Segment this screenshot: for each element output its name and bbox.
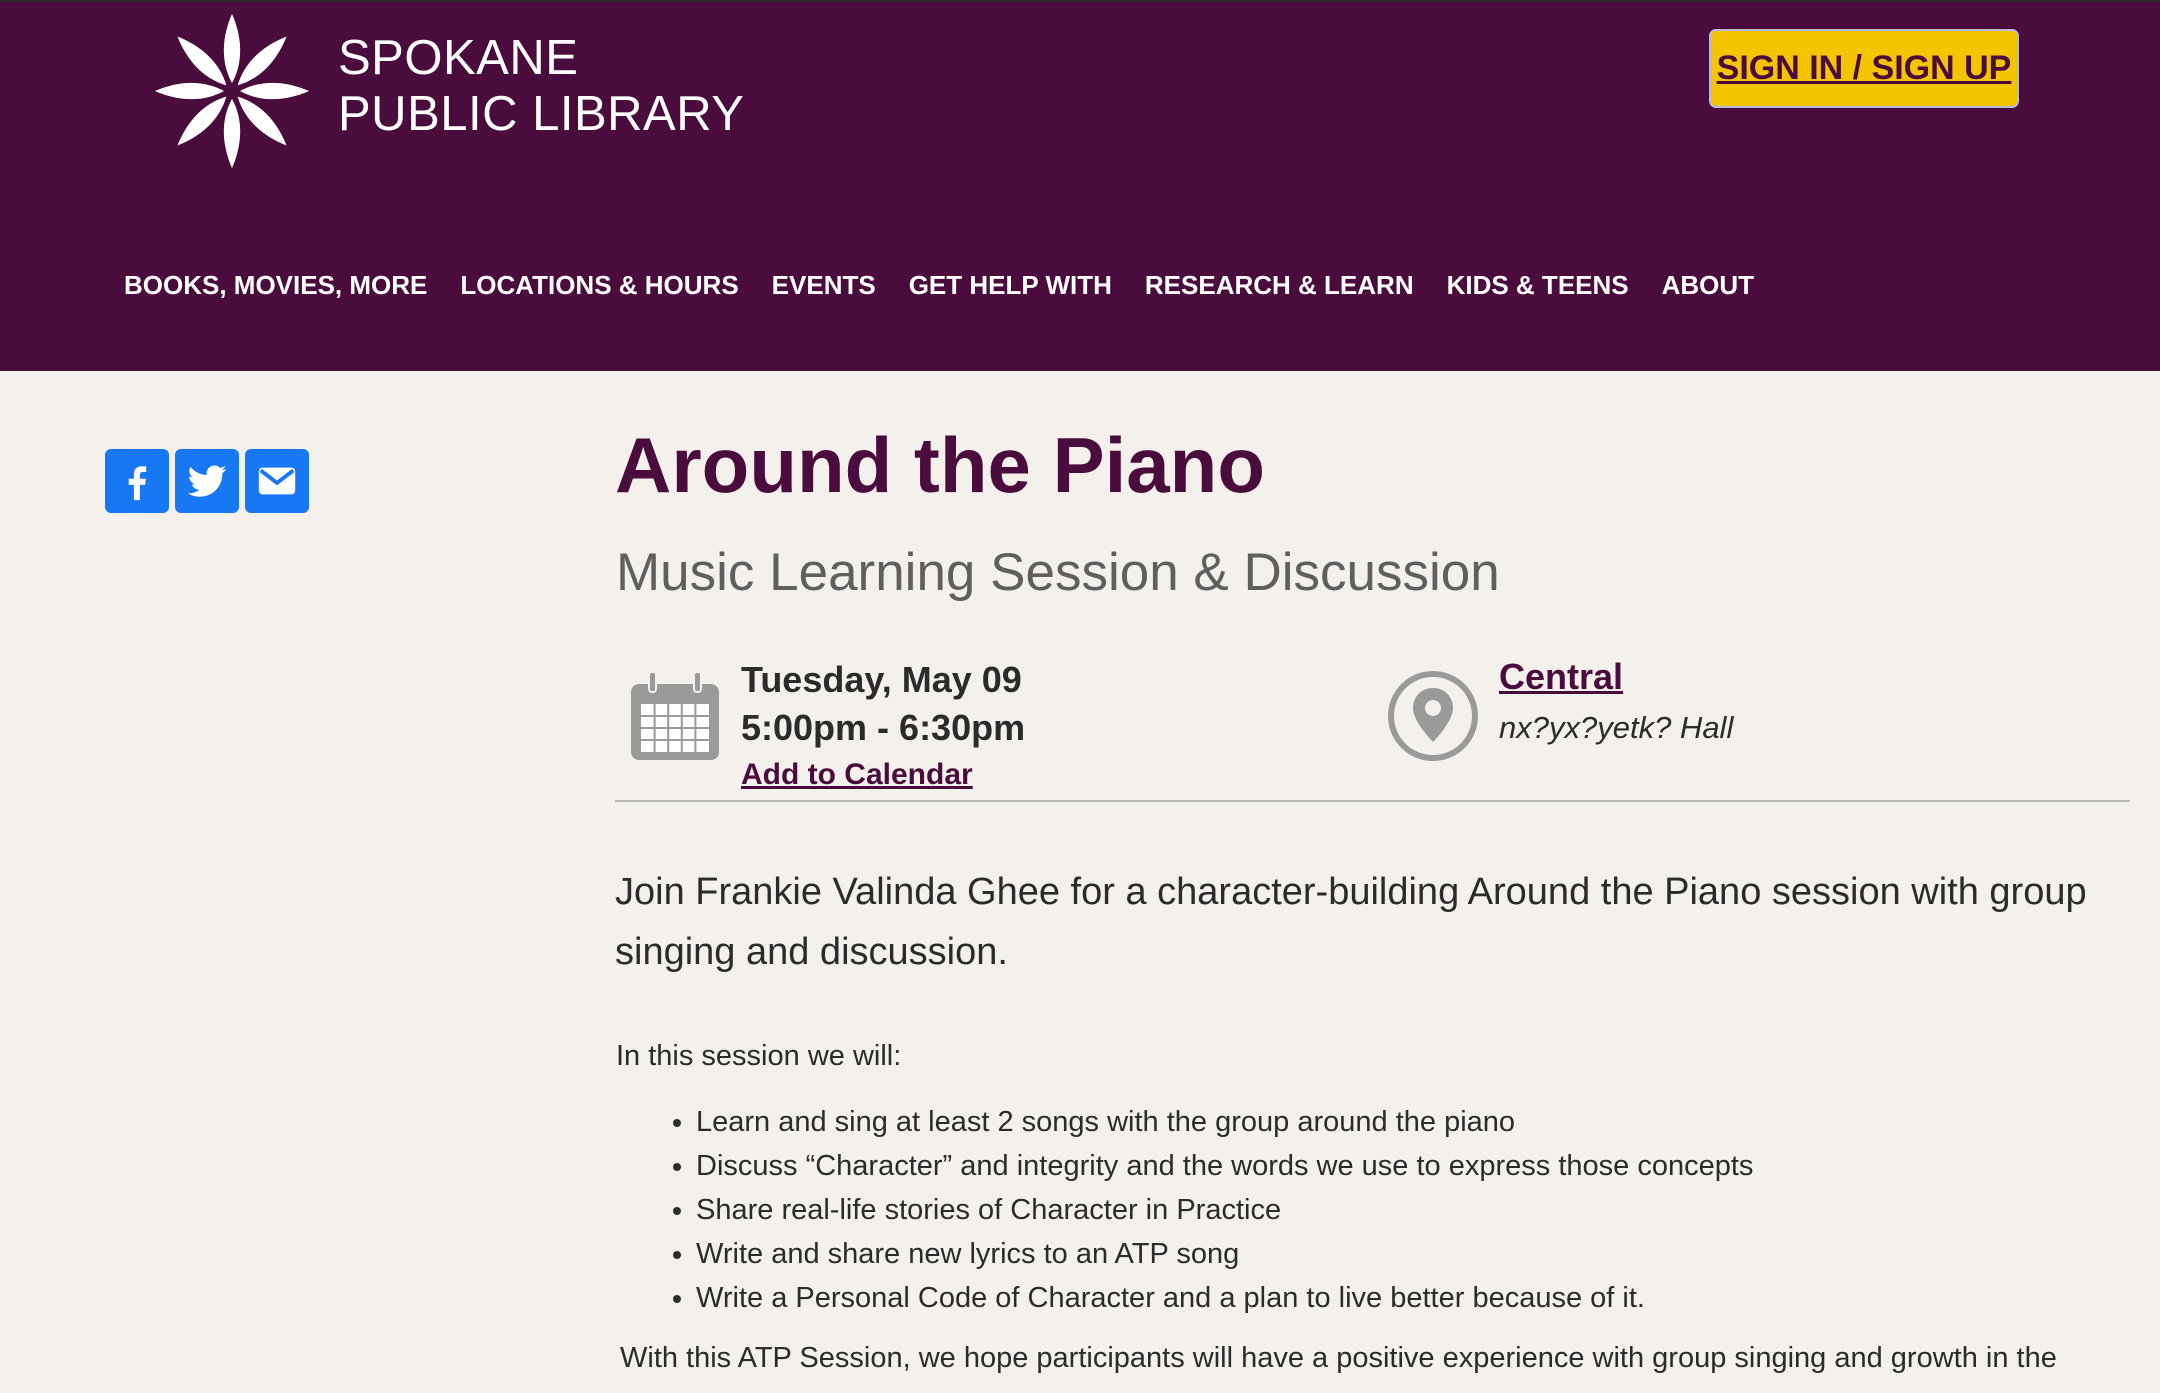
event-time: 5:00pm - 6:30pm	[741, 707, 1026, 748]
calendar-icon	[631, 671, 719, 760]
nav-get-help-with[interactable]: GET HELP WITH	[909, 270, 1112, 301]
nav-books-movies-more[interactable]: BOOKS, MOVIES, MORE	[124, 270, 427, 301]
sign-in-button[interactable]: SIGN IN / SIGN UP	[1709, 29, 2019, 108]
event-intro: Join Frankie Valinda Ghee for a characte…	[615, 871, 2087, 973]
divider	[615, 800, 2130, 802]
event-date: Tuesday, May 09	[741, 659, 1022, 700]
event-location-link[interactable]: Central	[1499, 656, 1623, 698]
library-logo[interactable]: SPOKANE PUBLIC LIBRARY	[132, 2, 744, 180]
list-item: Learn and sing at least 2 songs with the…	[696, 1100, 1753, 1144]
share-twitter-button[interactable]	[175, 449, 239, 513]
event-room: nx?yx?yetk? Hall	[1499, 710, 1734, 745]
nav-locations-hours[interactable]: LOCATIONS & HOURS	[460, 270, 738, 301]
facebook-icon	[128, 466, 147, 501]
main-nav: BOOKS, MOVIES, MORE LOCATIONS & HOURS EV…	[124, 270, 1754, 301]
twitter-icon	[187, 465, 227, 497]
nav-events[interactable]: EVENTS	[772, 270, 876, 301]
share-buttons	[105, 449, 309, 513]
share-facebook-button[interactable]	[105, 449, 169, 513]
list-item: Share real-life stories of Character in …	[696, 1188, 1753, 1232]
nav-kids-teens[interactable]: KIDS & TEENS	[1447, 270, 1629, 301]
list-item: Write a Personal Code of Character and a…	[696, 1276, 1753, 1320]
snowflake-logo-icon	[154, 13, 310, 169]
list-item: Discuss “Character” and integrity and th…	[696, 1144, 1753, 1188]
location-pin-icon	[1388, 671, 1478, 761]
session-lead: In this session we will:	[616, 1040, 902, 1072]
email-icon	[258, 467, 296, 495]
nav-research-learn[interactable]: RESEARCH & LEARN	[1145, 270, 1414, 301]
page-title: Around the Piano	[615, 421, 1265, 509]
page-subtitle: Music Learning Session & Discussion	[616, 543, 1500, 602]
logo-line-2: PUBLIC LIBRARY	[338, 87, 745, 141]
share-email-button[interactable]	[245, 449, 309, 513]
session-goals-list: Learn and sing at least 2 songs with the…	[640, 1100, 1753, 1320]
closing-paragraph: With this ATP Session, we hope participa…	[620, 1342, 2057, 1374]
nav-about[interactable]: ABOUT	[1662, 270, 1754, 301]
logo-line-1: SPOKANE	[338, 31, 579, 85]
site-header: SPOKANE PUBLIC LIBRARY SIGN IN / SIGN UP…	[0, 0, 2160, 371]
logo-wordmark: SPOKANE PUBLIC LIBRARY	[338, 30, 744, 142]
list-item: Write and share new lyrics to an ATP son…	[696, 1232, 1753, 1276]
event-datetime: Tuesday, May 09 5:00pm - 6:30pm	[741, 656, 1025, 752]
add-to-calendar-link[interactable]: Add to Calendar	[741, 758, 973, 792]
